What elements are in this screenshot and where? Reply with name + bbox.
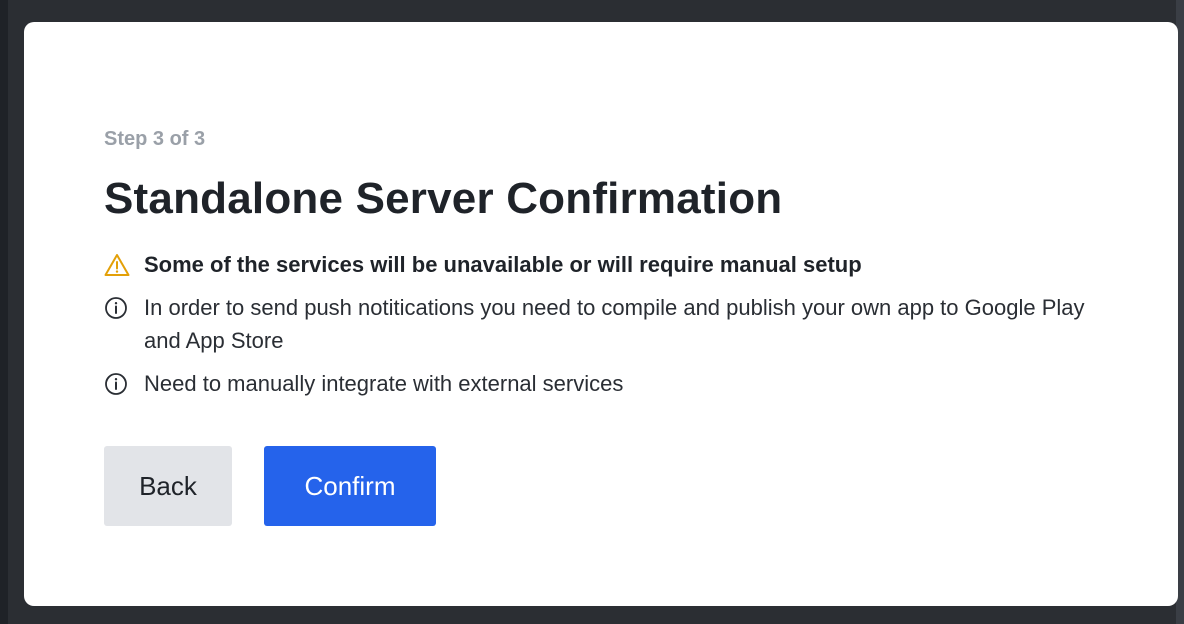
notice-text: In order to send push notitications you … [144,295,1085,353]
notice-text: Some of the services will be unavailable… [144,252,862,277]
info-icon [104,367,132,400]
dialog-title: Standalone Server Confirmation [104,174,783,223]
warning-icon [104,248,132,281]
dialog-actions: Back Confirm [104,446,436,526]
notice-text: Need to manually integrate with external… [144,371,624,396]
confirmation-dialog: Step 3 of 3 Standalone Server Confirmati… [24,22,1178,606]
warning-notice: Some of the services will be unavailable… [104,248,1104,281]
info-icon [104,291,132,324]
info-notice: Need to manually integrate with external… [104,367,1104,400]
notice-list: Some of the services will be unavailable… [104,248,1104,400]
info-notice: In order to send push notitications you … [104,291,1104,357]
confirm-button[interactable]: Confirm [264,446,436,526]
back-button[interactable]: Back [104,446,232,526]
step-indicator: Step 3 of 3 [104,128,206,150]
backdrop-edge [0,0,8,624]
